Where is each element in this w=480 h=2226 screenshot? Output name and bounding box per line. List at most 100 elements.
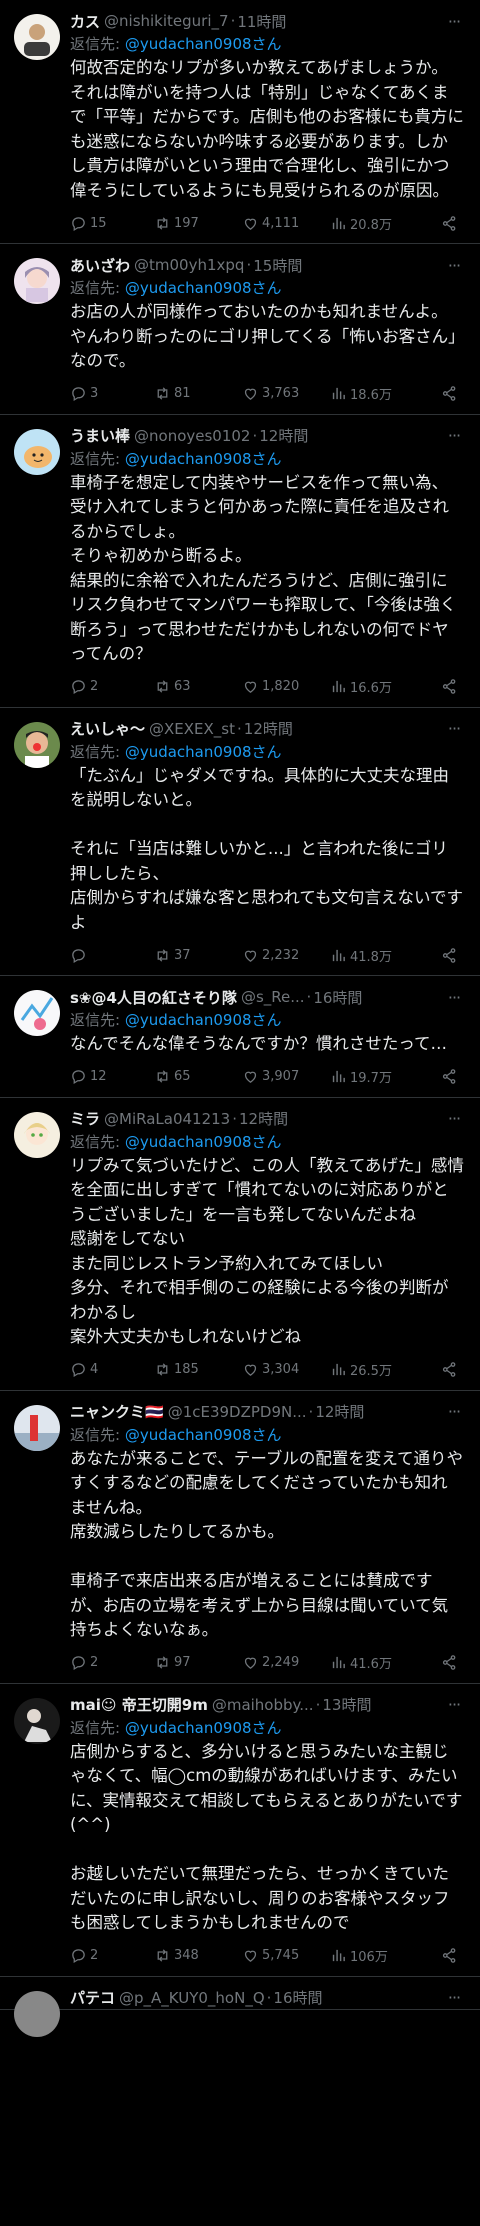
more-options-icon[interactable]: ··· [444,1988,464,2007]
share-button[interactable] [441,385,458,402]
like-button[interactable]: 1,820 [242,678,330,695]
reply-button[interactable]: 2 [70,1947,154,1964]
reply-mention-link[interactable]: @yudachan0908さん [125,1426,282,1444]
like-button[interactable]: 2,232 [242,947,330,964]
more-options-icon[interactable]: ··· [444,1109,464,1128]
tweet-time[interactable]: 16時間 [313,987,362,1008]
more-options-icon[interactable]: ··· [444,426,464,445]
retweet-button[interactable]: 185 [154,1361,242,1378]
tweet[interactable]: あいざわ @tm00yh1xpq · 15時間 ··· 返信先: @yudach… [0,244,480,415]
tweet-time[interactable]: 12時間 [315,1401,364,1422]
tweet-time[interactable]: 15時間 [253,255,302,276]
tweet-time[interactable]: 11時間 [237,11,286,32]
author-handle[interactable]: @XEXEX_st [149,720,235,738]
share-button[interactable] [441,1947,458,1964]
tweet[interactable]: うまい棒 @nonoyes0102 · 12時間 ··· 返信先: @yudac… [0,415,480,708]
author-handle[interactable]: @p_A_KUY0_hoN_Q [119,1989,265,2007]
views-button[interactable]: 19.7万 [330,1067,416,1086]
retweet-button[interactable]: 63 [154,678,242,695]
avatar[interactable] [14,14,60,60]
author-handle[interactable]: @MiRaLa041213 [104,1110,230,1128]
reply-button[interactable]: 3 [70,385,154,402]
reply-button[interactable]: 2 [70,1654,154,1671]
share-button[interactable] [441,947,458,964]
reply-mention-link[interactable]: @yudachan0908さん [125,35,282,53]
tweet-time[interactable]: 12時間 [259,425,308,446]
views-button[interactable]: 16.6万 [330,677,416,696]
author-handle[interactable]: @nonoyes0102 [134,427,250,445]
avatar[interactable] [14,1111,60,1158]
author-name[interactable]: パテコ [70,1987,115,2008]
reply-button[interactable]: 15 [70,215,154,232]
tweet[interactable]: えいしゃ〜 @XEXEX_st · 12時間 ··· 返信先: @yudacha… [0,708,480,976]
like-button[interactable]: 2,249 [242,1654,330,1671]
like-button[interactable]: 5,745 [242,1947,330,1964]
avatar[interactable] [14,1404,60,1451]
author-handle[interactable]: @s_Re... [241,988,305,1006]
author-name[interactable]: カス [70,11,100,32]
reply-mention-link[interactable]: @yudachan0908さん [125,1719,282,1737]
share-button[interactable] [441,215,458,232]
share-button[interactable] [441,678,458,695]
tweet[interactable]: パテコ @p_A_KUY0_hoN_Q · 16時間 ··· 返信先: [0,1977,480,2037]
tweet-time[interactable]: 16時間 [273,1987,322,2008]
author-name[interactable]: えいしゃ〜 [70,718,145,739]
tweet-time[interactable]: 12時間 [244,718,293,739]
tweet-time[interactable]: 12時間 [239,1108,288,1129]
reply-button[interactable] [70,947,154,964]
reply-button[interactable]: 2 [70,678,154,695]
retweet-button[interactable]: 81 [154,385,242,402]
retweet-button[interactable]: 97 [154,1654,242,1671]
more-options-icon[interactable]: ··· [444,988,464,1007]
retweet-button[interactable]: 37 [154,947,242,964]
like-button[interactable]: 3,763 [242,385,330,402]
share-button[interactable] [441,1361,458,1378]
more-options-icon[interactable]: ··· [444,1695,464,1714]
tweet[interactable]: s❀@4人目の紅さそり隊 @s_Re... · 16時間 ··· 返信先: @y… [0,976,480,1098]
reply-mention-link[interactable]: @yudachan0908さん [125,279,282,297]
avatar[interactable] [14,1990,60,2037]
author-handle[interactable]: @maihobby... [212,1696,314,1714]
more-options-icon[interactable]: ··· [444,256,464,275]
views-button[interactable]: 41.8万 [330,946,416,965]
avatar[interactable] [14,721,60,768]
views-button[interactable]: 18.6万 [330,384,416,403]
avatar[interactable] [14,258,60,304]
avatar[interactable] [14,990,60,1036]
more-options-icon[interactable]: ··· [444,719,464,738]
author-handle[interactable]: @1cE39DZPD9N... [168,1403,307,1421]
reply-mention-link[interactable]: @yudachan0908さん [125,743,282,761]
retweet-button[interactable]: 197 [154,215,242,232]
author-name[interactable]: ニャンクミ🇹🇭 [70,1401,164,1422]
reply-mention-link[interactable]: @yudachan0908さん [125,450,282,468]
like-button[interactable]: 4,111 [242,215,330,232]
author-name[interactable]: うまい棒 [70,425,130,446]
reply-button[interactable]: 4 [70,1361,154,1378]
author-name[interactable]: ミラ [70,1108,100,1129]
views-button[interactable]: 41.6万 [330,1653,416,1672]
views-button[interactable]: 26.5万 [330,1360,416,1379]
more-options-icon[interactable]: ··· [444,1402,464,1421]
more-options-icon[interactable]: ··· [444,12,464,31]
retweet-button[interactable]: 348 [154,1947,242,1964]
tweet-time[interactable]: 13時間 [322,1694,371,1715]
avatar[interactable] [14,1697,60,1744]
like-button[interactable]: 3,907 [242,1068,330,1085]
author-handle[interactable]: @tm00yh1xpq [134,256,244,274]
reply-button[interactable]: 12 [70,1068,154,1085]
author-handle[interactable]: @nishikiteguri_7 [104,12,229,30]
reply-mention-link[interactable]: @yudachan0908さん [125,1011,282,1029]
tweet[interactable]: カス @nishikiteguri_7 · 11時間 ··· 返信先: @yud… [0,0,480,244]
share-button[interactable] [441,1654,458,1671]
views-button[interactable]: 106万 [330,1946,416,1965]
like-button[interactable]: 3,304 [242,1361,330,1378]
tweet[interactable]: ミラ @MiRaLa041213 · 12時間 ··· 返信先: @yudach… [0,1098,480,1391]
retweet-button[interactable]: 65 [154,1068,242,1085]
avatar[interactable] [14,428,60,475]
author-name[interactable]: あいざわ [70,255,130,276]
views-button[interactable]: 20.8万 [330,214,416,233]
reply-mention-link[interactable]: @yudachan0908さん [125,1133,282,1151]
share-button[interactable] [441,1068,458,1085]
author-name[interactable]: s❀@4人目の紅さそり隊 [70,987,237,1008]
tweet[interactable]: ニャンクミ🇹🇭 @1cE39DZPD9N... · 12時間 ··· 返信先: … [0,1391,480,1684]
